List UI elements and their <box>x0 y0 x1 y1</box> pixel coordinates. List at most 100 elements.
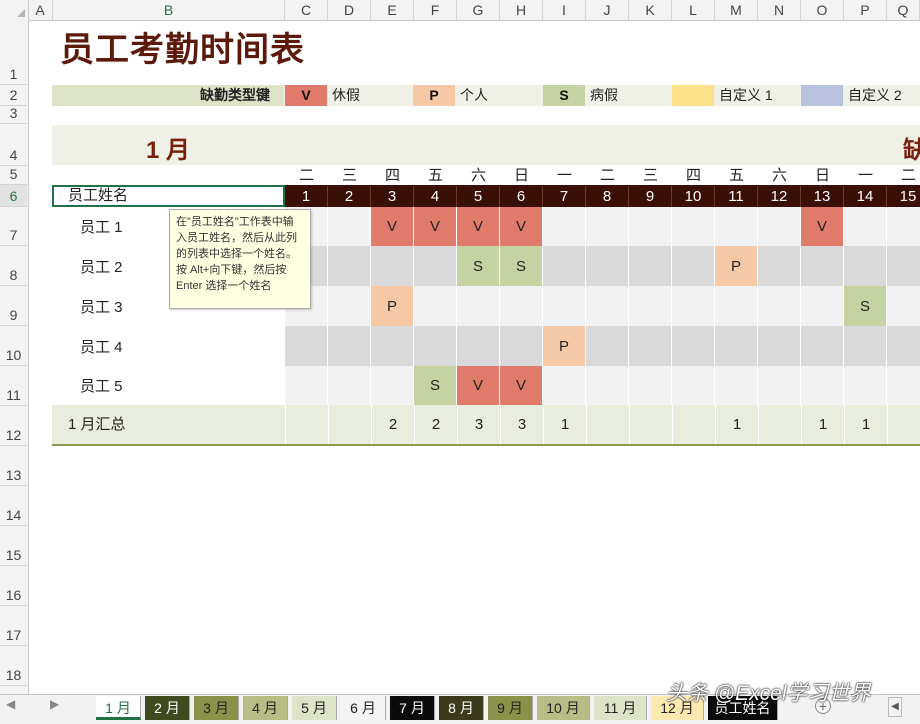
attendance-cell[interactable] <box>672 207 715 246</box>
attendance-cell[interactable] <box>328 286 371 326</box>
total-value[interactable] <box>285 405 328 444</box>
day-number[interactable]: 15 <box>887 186 920 207</box>
column-header-d[interactable]: D <box>328 0 371 20</box>
total-value[interactable] <box>887 405 920 444</box>
total-value[interactable] <box>586 405 629 444</box>
attendance-cell[interactable] <box>543 286 586 326</box>
attendance-cell[interactable] <box>414 286 457 326</box>
day-number[interactable]: 1 <box>285 186 328 207</box>
tab-scroll-right-icon[interactable]: ▶ <box>50 697 59 711</box>
attendance-cell[interactable] <box>801 326 844 366</box>
attendance-cell[interactable] <box>543 207 586 246</box>
attendance-cell[interactable] <box>328 207 371 246</box>
attendance-cell[interactable] <box>887 326 920 366</box>
total-value[interactable]: 1 <box>844 405 887 444</box>
column-header-m[interactable]: M <box>715 0 758 20</box>
row-header-10[interactable]: 10 <box>0 326 27 366</box>
sheet-tab[interactable]: 9 月 <box>488 696 533 720</box>
attendance-cell[interactable] <box>715 366 758 405</box>
row-header-18[interactable]: 18 <box>0 646 27 686</box>
row-header-13[interactable]: 13 <box>0 446 27 486</box>
column-header-n[interactable]: N <box>758 0 801 20</box>
attendance-cell[interactable] <box>758 286 801 326</box>
attendance-cell[interactable] <box>672 246 715 286</box>
attendance-cell[interactable]: S <box>414 366 457 405</box>
attendance-cell[interactable] <box>801 246 844 286</box>
attendance-cell[interactable] <box>328 326 371 366</box>
day-number[interactable]: 14 <box>844 186 887 207</box>
attendance-cell[interactable]: P <box>715 246 758 286</box>
attendance-cell[interactable] <box>844 366 887 405</box>
attendance-cell[interactable] <box>543 246 586 286</box>
sheet-tab[interactable]: 2 月 <box>145 696 190 720</box>
total-value[interactable] <box>758 405 801 444</box>
attendance-cell[interactable] <box>371 366 414 405</box>
total-value[interactable]: 2 <box>371 405 414 444</box>
day-number[interactable]: 4 <box>414 186 457 207</box>
attendance-cell[interactable] <box>586 286 629 326</box>
attendance-cell[interactable] <box>844 326 887 366</box>
column-header-o[interactable]: O <box>801 0 844 20</box>
column-header-h[interactable]: H <box>500 0 543 20</box>
day-number[interactable]: 2 <box>328 186 371 207</box>
day-number[interactable]: 5 <box>457 186 500 207</box>
attendance-cell[interactable] <box>715 326 758 366</box>
day-number[interactable]: 9 <box>629 186 672 207</box>
attendance-cell[interactable]: S <box>500 246 543 286</box>
day-number[interactable]: 6 <box>500 186 543 207</box>
attendance-cell[interactable] <box>844 246 887 286</box>
attendance-cell[interactable] <box>629 326 672 366</box>
attendance-cell[interactable] <box>887 286 920 326</box>
attendance-cell[interactable] <box>887 366 920 405</box>
row-header-1[interactable]: 1 <box>0 20 27 85</box>
attendance-cell[interactable] <box>887 246 920 286</box>
sheet-tab[interactable]: 5 月 <box>292 696 337 720</box>
day-number[interactable]: 10 <box>672 186 715 207</box>
attendance-cell[interactable]: V <box>414 207 457 246</box>
column-header-a[interactable]: A <box>28 0 53 20</box>
attendance-cell[interactable]: S <box>844 286 887 326</box>
total-label[interactable]: 1 月汇总 <box>52 405 284 444</box>
row-header-4[interactable]: 4 <box>0 124 27 166</box>
total-value[interactable]: 1 <box>715 405 758 444</box>
attendance-cell[interactable] <box>672 326 715 366</box>
attendance-cell[interactable] <box>672 286 715 326</box>
attendance-cell[interactable] <box>414 326 457 366</box>
day-number[interactable]: 3 <box>371 186 414 207</box>
column-header-p[interactable]: P <box>844 0 887 20</box>
row-header-14[interactable]: 14 <box>0 486 27 526</box>
total-value[interactable] <box>672 405 715 444</box>
attendance-cell[interactable]: V <box>457 207 500 246</box>
tab-scroll-left-icon[interactable]: ◀ <box>6 697 15 711</box>
row-header-12[interactable]: 12 <box>0 406 27 446</box>
sheet-tab[interactable]: 3 月 <box>194 696 239 720</box>
row-header-7[interactable]: 7 <box>0 207 27 246</box>
row-header-5[interactable]: 5 <box>0 166 27 185</box>
total-value[interactable]: 1 <box>801 405 844 444</box>
row-header-3[interactable]: 3 <box>0 105 27 124</box>
column-header-e[interactable]: E <box>371 0 414 20</box>
attendance-cell[interactable] <box>758 207 801 246</box>
attendance-cell[interactable] <box>543 366 586 405</box>
row-header-11[interactable]: 11 <box>0 366 27 406</box>
attendance-cell[interactable] <box>586 246 629 286</box>
sheet-tab[interactable]: 1 月 <box>96 696 141 720</box>
attendance-cell[interactable] <box>758 326 801 366</box>
row-header-16[interactable]: 16 <box>0 566 27 606</box>
row-header-8[interactable]: 8 <box>0 246 27 286</box>
total-value[interactable] <box>328 405 371 444</box>
attendance-cell[interactable] <box>586 366 629 405</box>
attendance-cell[interactable] <box>629 366 672 405</box>
total-value[interactable]: 2 <box>414 405 457 444</box>
employee-name[interactable]: 员工 5 <box>52 366 284 405</box>
sheet-tab[interactable]: 10 月 <box>537 696 590 720</box>
attendance-cell[interactable] <box>801 286 844 326</box>
attendance-cell[interactable]: V <box>500 207 543 246</box>
scroll-left-icon[interactable]: ◀ <box>888 697 902 717</box>
attendance-cell[interactable] <box>285 326 328 366</box>
select-all-corner[interactable] <box>0 0 29 20</box>
attendance-cell[interactable] <box>758 366 801 405</box>
attendance-cell[interactable] <box>328 246 371 286</box>
day-number[interactable]: 11 <box>715 186 758 207</box>
column-header-f[interactable]: F <box>414 0 457 20</box>
